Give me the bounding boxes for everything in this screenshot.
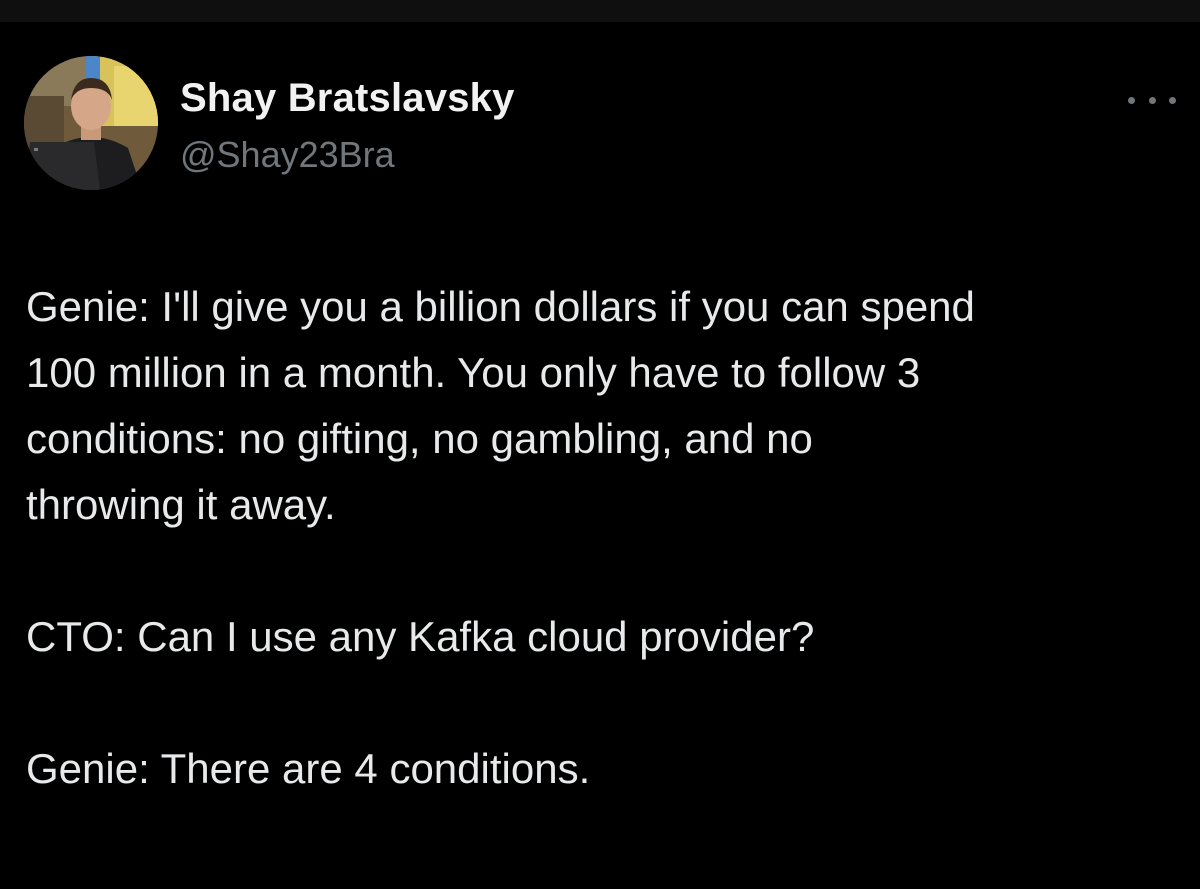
top-strip [0,0,1200,22]
tweet-card: Shay Bratslavsky @Shay23Bra Genie: I'll … [0,22,1200,889]
tweet-paragraph: Genie: I'll give you a billion dollars i… [26,283,975,528]
dot [1148,96,1156,104]
dot [1169,96,1176,104]
author-handle[interactable]: @Shay23Bra [180,134,395,176]
tweet-text: Genie: I'll give you a billion dollars i… [26,274,1176,802]
author-name[interactable]: Shay Bratslavsky [180,76,515,121]
dot [1128,96,1135,104]
avatar-image [24,56,158,190]
ellipsis-icon[interactable] [1128,90,1176,110]
avatar[interactable] [24,56,158,190]
tweet-paragraph: CTO: Can I use any Kafka cloud provider? [26,613,815,660]
tweet-paragraph: Genie: There are 4 conditions. [26,745,591,792]
